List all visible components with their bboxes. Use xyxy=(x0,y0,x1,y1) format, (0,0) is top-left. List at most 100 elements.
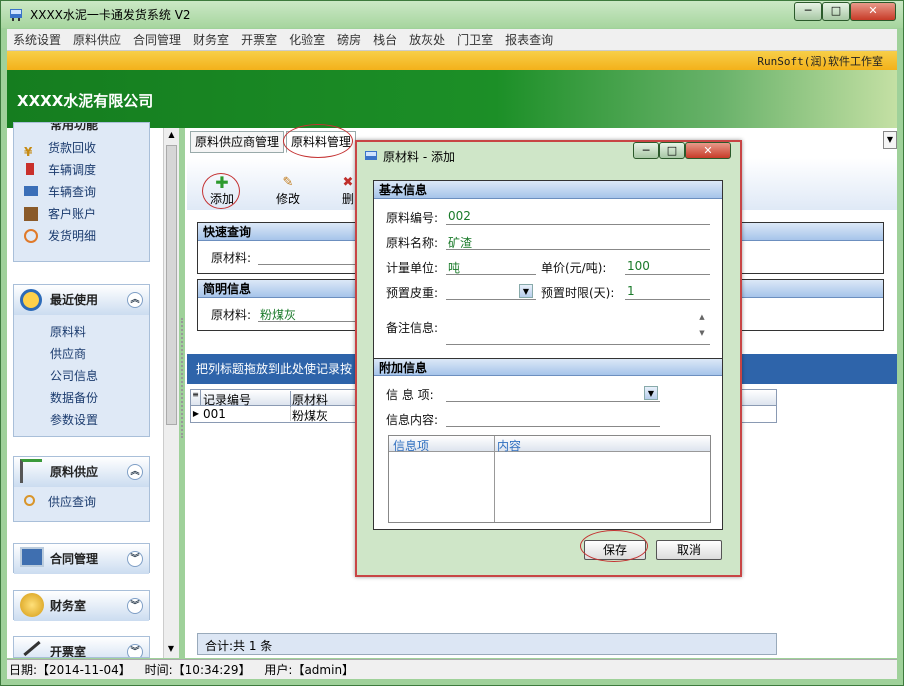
info-col-item[interactable]: 信息项 xyxy=(393,437,493,454)
menu-item-billing[interactable]: 开票室 xyxy=(235,29,283,51)
expand-icon[interactable]: ︾ xyxy=(127,644,143,657)
scroll-thumb[interactable] xyxy=(166,145,177,425)
dialog-close-button[interactable]: ✕ xyxy=(685,142,731,159)
sidebar-item-vehicle[interactable]: 车辆查询 xyxy=(14,181,149,203)
note-textarea[interactable] xyxy=(446,307,710,345)
delete-button[interactable]: ✖ 删 xyxy=(340,176,356,207)
name-input[interactable] xyxy=(446,232,710,250)
menu-item-system[interactable]: 系统设置 xyxy=(7,29,67,51)
scroll-up-icon[interactable]: ▲ xyxy=(164,130,179,139)
menu-item-gate[interactable]: 门卫室 xyxy=(451,29,499,51)
quick-material-input[interactable] xyxy=(258,247,358,265)
row-pointer-icon: ▶ xyxy=(192,409,200,418)
banner: XXXX水泥有限公司 xyxy=(7,70,897,128)
supply-item-query[interactable]: 供应查询 xyxy=(14,491,149,513)
cell-code: 001 xyxy=(203,407,291,421)
recent-item-backup[interactable]: 数据备份 xyxy=(14,387,149,409)
panel-contract-title: 合同管理 xyxy=(50,552,99,566)
name-label: 原料名称: xyxy=(386,236,439,250)
info-item-select[interactable] xyxy=(446,384,660,402)
unit-value: 吨 xyxy=(448,261,461,275)
info-content-label: 信息内容: xyxy=(386,413,439,427)
status-bar: 日期:【2014-11-04】 时间:【10:34:29】 用户:【admin】 xyxy=(7,659,897,679)
panel-common-header[interactable]: 常用功能 xyxy=(14,123,149,137)
status-user: 用户:【admin】 xyxy=(264,663,355,677)
yen-icon: ¥ xyxy=(24,145,33,159)
basic-info-title: 基本信息 xyxy=(374,181,722,199)
shipment-icon xyxy=(24,229,38,243)
sidebar-item-payment[interactable]: ¥ 货款回收 xyxy=(14,137,149,159)
coins-icon xyxy=(20,593,44,617)
highlight-circle xyxy=(580,530,648,562)
panel-billing-title: 开票室 xyxy=(50,645,87,658)
info-content-input[interactable] xyxy=(446,409,660,427)
menu-item-supply[interactable]: 原料供应 xyxy=(67,29,127,51)
dialog-minimize-button[interactable]: ─ xyxy=(633,142,659,159)
info-col-divider xyxy=(494,436,495,522)
panel-recent-header[interactable]: 最近使用 ︽ xyxy=(14,285,149,315)
sidebar-scrollbar[interactable]: ▲ xyxy=(163,128,179,658)
unit-label: 计量单位: xyxy=(386,261,439,275)
palm-icon xyxy=(20,459,42,483)
menu-item-report[interactable]: 报表查询 xyxy=(499,29,559,51)
grid-total: 合计:共 1 条 xyxy=(205,639,273,653)
note-scrollbar[interactable]: ▲ ▼ xyxy=(696,309,708,343)
menu-item-scale[interactable]: 磅房 xyxy=(331,29,367,51)
scroll-down-icon[interactable]: ▼ xyxy=(163,644,179,653)
recent-item-material[interactable]: 原料料 xyxy=(14,321,149,343)
menu-bar: 系统设置 原料供应 合同管理 财务室 开票室 化验室 磅房 栈台 放灰处 门卫室 报表查询 xyxy=(7,29,897,51)
code-value: 002 xyxy=(448,209,471,223)
quick-material-label: 原材料: xyxy=(211,251,252,265)
dialog-body: 基本信息 原料编号: 002 原料名称: 矿渣 计量单位: 吨 单价(元/吨):… xyxy=(373,180,723,560)
note-label: 备注信息: xyxy=(386,321,439,335)
panel-contract[interactable]: 合同管理 ︾ xyxy=(13,543,150,574)
app-icon xyxy=(10,9,22,21)
highlight-circle xyxy=(283,124,353,158)
tab-dropdown-icon[interactable]: ▼ xyxy=(883,131,897,149)
status-date: 日期:【2014-11-04】 xyxy=(9,663,131,677)
minimize-button[interactable]: ─ xyxy=(794,2,822,21)
menu-item-lab[interactable]: 化验室 xyxy=(283,29,331,51)
info-item-dropdown-icon[interactable]: ▼ xyxy=(644,386,658,400)
menu-item-finance[interactable]: 财务室 xyxy=(187,29,235,51)
tab-supplier-mgmt[interactable]: 原料供应商管理 xyxy=(190,131,285,153)
panel-supply-header[interactable]: 原料供应 ︽ xyxy=(14,457,149,487)
pen-icon xyxy=(23,640,41,657)
edit-button[interactable]: ✎ 修改 xyxy=(273,176,303,207)
grid-header-icon: ≡ xyxy=(191,390,201,405)
contract-icon xyxy=(20,547,44,567)
clock-icon xyxy=(20,289,42,311)
menu-item-contract[interactable]: 合同管理 xyxy=(127,29,187,51)
tare-dropdown-icon[interactable]: ▼ xyxy=(519,284,533,298)
recent-item-company[interactable]: 公司信息 xyxy=(14,365,149,387)
window-title: XXXX水泥一卡通发货系统 V2 xyxy=(30,8,191,22)
info-col-content[interactable]: 内容 xyxy=(497,437,521,454)
limit-label: 预置时限(天): xyxy=(541,286,615,300)
limit-input[interactable] xyxy=(625,282,710,300)
collapse-icon[interactable]: ︽ xyxy=(127,292,143,308)
expand-icon[interactable]: ︾ xyxy=(127,598,143,614)
collapse-icon[interactable]: ︽ xyxy=(127,464,143,480)
dialog-maximize-button[interactable]: □ xyxy=(659,142,685,159)
recent-item-supplier[interactable]: 供应商 xyxy=(14,343,149,365)
expand-icon[interactable]: ︾ xyxy=(127,551,143,567)
code-input[interactable] xyxy=(446,207,710,225)
search-icon xyxy=(24,495,35,506)
panel-billing[interactable]: 开票室 ︾ xyxy=(13,636,150,658)
panel-supply: 原料供应 ︽ 供应查询 xyxy=(13,456,150,522)
sidebar-item-account[interactable]: 客户账户 xyxy=(14,203,149,225)
maximize-button[interactable]: □ xyxy=(822,2,850,21)
panel-finance[interactable]: 财务室 ︾ xyxy=(13,590,150,621)
sidebar-item-dispatch[interactable]: 车辆调度 xyxy=(14,159,149,181)
recent-item-params[interactable]: 参数设置 xyxy=(14,409,149,431)
splitter[interactable] xyxy=(181,318,184,438)
menu-item-ash[interactable]: 放灰处 xyxy=(403,29,451,51)
grid-footer: 合计:共 1 条 xyxy=(197,633,777,655)
extra-info-title: 附加信息 xyxy=(374,358,722,376)
name-value: 矿渣 xyxy=(448,236,473,250)
close-button[interactable]: ✕ xyxy=(850,2,896,21)
cell-material: 粉煤灰 xyxy=(292,409,329,423)
menu-item-platform[interactable]: 栈台 xyxy=(367,29,403,51)
sidebar-item-shipment[interactable]: 发货明细 xyxy=(14,225,149,247)
cancel-button[interactable]: 取消 xyxy=(656,540,722,560)
